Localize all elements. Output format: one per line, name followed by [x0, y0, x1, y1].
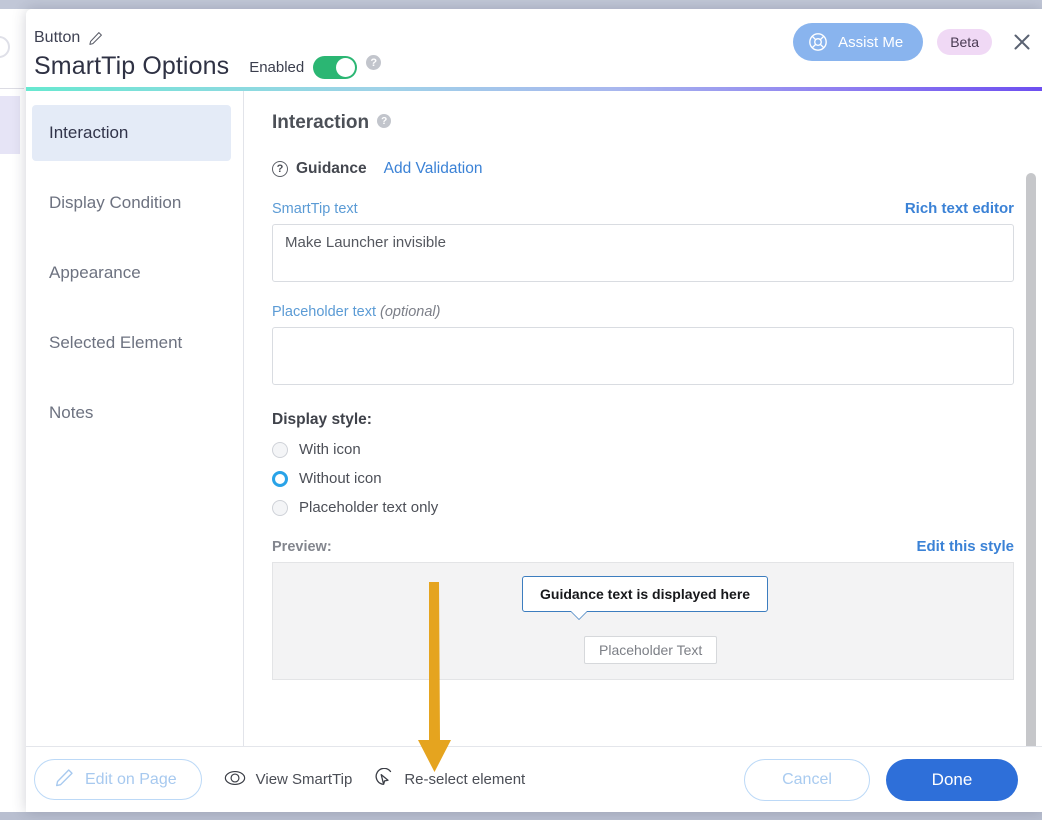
- title-row: SmartTip Options Enabled ?: [34, 51, 381, 81]
- add-validation-link[interactable]: Add Validation: [384, 160, 483, 178]
- reselect-element-label: Re-select element: [404, 771, 525, 788]
- radio-option-placeholder-text-only[interactable]: Placeholder text only: [272, 499, 1014, 516]
- sidebar-item-selected-element[interactable]: Selected Element: [32, 315, 231, 371]
- eye-icon: [224, 770, 246, 790]
- done-button[interactable]: Done: [886, 759, 1018, 801]
- placeholder-text-input[interactable]: [272, 327, 1014, 385]
- scrollbar-thumb[interactable]: [1026, 173, 1036, 770]
- toggle-knob: [336, 58, 355, 77]
- pencil-icon: [55, 768, 74, 792]
- enabled-label: Enabled: [249, 59, 304, 76]
- cursor-pointer-icon: [374, 768, 394, 792]
- close-icon[interactable]: [1009, 29, 1035, 55]
- radio-label: Placeholder text only: [299, 499, 438, 516]
- radio-indicator: [272, 442, 288, 458]
- radio-option-without-icon[interactable]: Without icon: [272, 470, 1014, 487]
- sidebar-item-label: Interaction: [49, 123, 128, 143]
- edit-on-page-button[interactable]: Edit on Page: [34, 759, 202, 800]
- preview-tooltip: Guidance text is displayed here: [522, 576, 768, 612]
- question-circle-icon[interactable]: ?: [377, 114, 391, 128]
- placeholder-text-field-header: Placeholder text (optional): [272, 304, 1014, 320]
- content-panel: Interaction ? ? Guidance Add Validation …: [244, 91, 1042, 746]
- footer-left-actions: Edit on Page View SmartTip: [34, 759, 525, 800]
- section-title-row: Interaction ?: [272, 112, 1014, 134]
- dialog-header: Button SmartTip Options Enabled ?: [26, 9, 1042, 87]
- sidebar-item-label: Notes: [49, 403, 93, 423]
- question-mark-circle-icon: ?: [272, 161, 288, 177]
- view-smarttip-label: View SmartTip: [256, 771, 353, 788]
- tab-guidance-label: Guidance: [296, 160, 367, 178]
- preview-label: Preview:: [272, 539, 332, 555]
- enabled-toggle[interactable]: [313, 56, 357, 79]
- radio-indicator-selected: [272, 471, 288, 487]
- placeholder-text-label-main: Placeholder text: [272, 304, 376, 320]
- edit-on-page-label: Edit on Page: [85, 771, 177, 789]
- display-style-heading: Display style:: [272, 411, 1014, 429]
- sidebar-item-label: Appearance: [49, 263, 141, 283]
- assist-me-label: Assist Me: [838, 34, 903, 51]
- smarttip-text-field-header: SmartTip text Rich text editor: [272, 200, 1014, 217]
- breadcrumb: Button: [34, 29, 381, 47]
- sidebar-item-notes[interactable]: Notes: [32, 385, 231, 441]
- pencil-icon[interactable]: [88, 31, 103, 46]
- breadcrumb-label: Button: [34, 29, 80, 47]
- header-left-group: Button SmartTip Options Enabled ?: [34, 29, 381, 81]
- page-title: SmartTip Options: [34, 51, 229, 81]
- backdrop-bottom-bar: [0, 812, 1042, 820]
- sidebar-item-appearance[interactable]: Appearance: [32, 245, 231, 301]
- sidebar-item-display-condition[interactable]: Display Condition: [32, 175, 231, 231]
- view-smarttip-button[interactable]: View SmartTip: [224, 770, 353, 790]
- dialog-body: Interaction Display Condition Appearance…: [26, 91, 1042, 746]
- tab-guidance[interactable]: ? Guidance: [272, 160, 367, 178]
- backdrop-divider: [0, 88, 24, 89]
- enabled-toggle-group: Enabled ?: [249, 56, 381, 81]
- radio-label: Without icon: [299, 470, 382, 487]
- dialog-footer: Edit on Page View SmartTip: [26, 746, 1042, 812]
- radio-indicator: [272, 500, 288, 516]
- preview-placeholder-chip: Placeholder Text: [584, 636, 717, 664]
- smarttip-options-dialog: Button SmartTip Options Enabled ?: [26, 9, 1042, 812]
- rich-text-editor-link[interactable]: Rich text editor: [905, 200, 1014, 217]
- guidance-tabs-row: ? Guidance Add Validation: [272, 160, 1014, 178]
- sidebar: Interaction Display Condition Appearance…: [26, 91, 244, 746]
- smarttip-text-input[interactable]: Make Launcher invisible: [272, 224, 1014, 282]
- question-circle-icon[interactable]: ?: [366, 55, 381, 70]
- beta-badge[interactable]: Beta: [937, 29, 992, 55]
- lifebuoy-icon: [808, 32, 828, 52]
- assist-me-button[interactable]: Assist Me: [793, 23, 923, 61]
- sidebar-item-label: Selected Element: [49, 333, 182, 353]
- reselect-element-button[interactable]: Re-select element: [374, 768, 525, 792]
- smarttip-text-label: SmartTip text: [272, 201, 358, 217]
- cancel-button[interactable]: Cancel: [744, 759, 870, 801]
- edit-this-style-link[interactable]: Edit this style: [916, 538, 1014, 555]
- header-right-group: Assist Me Beta: [793, 23, 1042, 61]
- section-title: Interaction: [272, 112, 369, 134]
- preview-header: Preview: Edit this style: [272, 538, 1014, 555]
- vertical-scrollbar[interactable]: [1026, 173, 1036, 812]
- placeholder-text-label: Placeholder text (optional): [272, 304, 440, 320]
- sidebar-item-interaction[interactable]: Interaction: [32, 105, 231, 161]
- backdrop-highlight-chip: [0, 96, 20, 154]
- footer-right-actions: Cancel Done: [744, 759, 1018, 801]
- radio-option-with-icon[interactable]: With icon: [272, 441, 1014, 458]
- radio-label: With icon: [299, 441, 361, 458]
- preview-pane: Guidance text is displayed here Placehol…: [272, 562, 1014, 680]
- placeholder-text-optional: (optional): [380, 304, 440, 320]
- backdrop-top-bar: [0, 0, 1042, 9]
- sidebar-item-label: Display Condition: [49, 193, 181, 213]
